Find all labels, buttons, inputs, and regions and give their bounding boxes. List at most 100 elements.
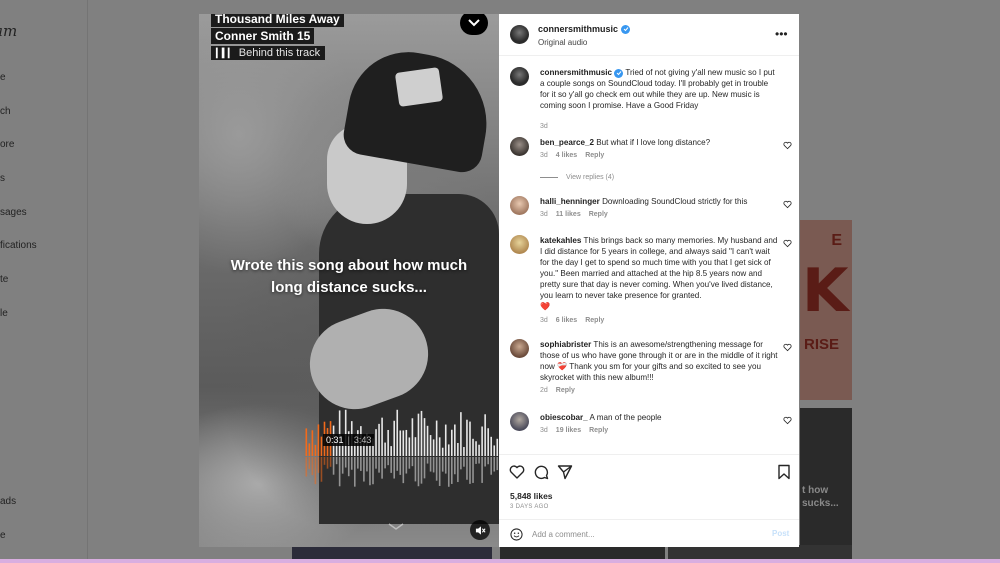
timestamp[interactable]: 3d — [540, 152, 548, 159]
timestamp[interactable]: 3d — [540, 317, 548, 324]
heart-icon[interactable] — [509, 464, 525, 480]
caption-username[interactable]: connersmithmusic — [540, 68, 612, 77]
nav-item-explore[interactable]: ore — [0, 139, 14, 150]
chevron-down-icon[interactable] — [387, 522, 405, 532]
waveform-bar — [420, 410, 423, 456]
comment-text: sophiabrister This is an awesome/strengt… — [540, 339, 778, 383]
nav-item-threads[interactable]: ads — [0, 496, 16, 507]
avatar[interactable] — [510, 412, 529, 431]
heart-icon[interactable] — [783, 343, 792, 352]
video-subject — [394, 67, 444, 107]
comment-username[interactable]: ben_pearce_2 — [540, 138, 594, 147]
comments-list[interactable]: connersmithmusic Tried of not giving y'a… — [499, 57, 799, 454]
username-text[interactable]: connersmithmusic — [538, 24, 618, 34]
reply-button[interactable]: Reply — [589, 211, 608, 218]
comment-username[interactable]: sophiabrister — [540, 340, 591, 349]
waveform-bar — [444, 424, 447, 456]
comment-username[interactable]: halli_henninger — [540, 197, 600, 206]
original-audio-link[interactable]: Original audio — [538, 38, 587, 47]
behind-this-track-button[interactable]: ▎▍▎ Behind this track — [211, 46, 326, 60]
waveform-bar-reflection — [363, 457, 365, 482]
post-actions: 5,848 likes 3 DAYS AGO Post — [499, 454, 799, 547]
heart-icon[interactable] — [783, 239, 792, 248]
waveform-bar — [381, 417, 383, 456]
waveform-bar — [460, 412, 462, 456]
nav-item-messages[interactable]: sages — [0, 207, 27, 218]
nav-item-profile[interactable]: le — [0, 308, 8, 319]
waveform-bar-reflection — [444, 457, 447, 474]
like-count[interactable]: 6 likes — [556, 317, 577, 324]
like-count[interactable]: 4 likes — [556, 152, 577, 159]
view-replies-label[interactable]: View replies (4) — [566, 174, 614, 181]
heart-icon[interactable] — [783, 416, 792, 425]
waveform-bar-reflection — [369, 457, 371, 486]
waveform-bar-reflection — [460, 457, 462, 470]
tile-text: E — [831, 232, 842, 249]
nav-item-create[interactable]: te — [0, 274, 8, 285]
reply-button[interactable]: Reply — [585, 152, 604, 159]
avatar[interactable] — [510, 235, 529, 254]
waveform-bar — [314, 444, 317, 456]
tile-text: K — [802, 256, 849, 326]
waveform-bar-reflection — [329, 457, 332, 467]
track-artist: Conner Smith 15 — [211, 28, 315, 44]
timestamp[interactable]: 3d — [540, 427, 548, 434]
waveform-bar — [402, 430, 405, 456]
waveform-bar-reflection — [414, 457, 417, 482]
waveform-bar-reflection — [393, 457, 396, 479]
waveform-bar-reflection — [417, 457, 420, 487]
timestamp[interactable]: 3d — [540, 123, 548, 130]
emoji-icon[interactable] — [510, 528, 523, 541]
likes-count[interactable]: 5,848 likes — [510, 491, 553, 501]
like-count[interactable]: 19 likes — [556, 427, 581, 434]
avatar[interactable] — [510, 25, 529, 44]
nav-item-reels[interactable]: s — [0, 173, 5, 184]
like-count[interactable]: 11 likes — [556, 211, 581, 218]
reply-button[interactable]: Reply — [589, 427, 608, 434]
nav-item-more[interactable]: e — [0, 530, 6, 541]
background-post-tile[interactable]: E K RISE — [800, 220, 852, 400]
playback-time: 0:31 | 3:43 — [323, 434, 375, 446]
timestamp[interactable]: 3d — [540, 211, 548, 218]
heart-icon[interactable] — [783, 200, 792, 209]
waveform-bar — [472, 438, 474, 456]
comment-icon[interactable] — [533, 464, 549, 480]
waveform-bar — [487, 428, 489, 456]
reply-button[interactable]: Reply — [556, 387, 575, 394]
reel-video[interactable]: Thousand Miles Away Conner Smith 15 ▎▍▎ … — [199, 14, 499, 547]
comment-username[interactable]: obiescobar_ — [540, 413, 588, 422]
nav-item-notifications[interactable]: fications — [0, 240, 37, 251]
post-button[interactable]: Post — [772, 529, 789, 538]
waveform-bar — [375, 429, 377, 456]
more-options-icon[interactable]: ••• — [775, 27, 788, 41]
share-icon[interactable] — [557, 464, 573, 480]
post-username[interactable]: connersmithmusic — [538, 24, 631, 34]
nav-item-search[interactable]: ch — [0, 106, 11, 117]
verified-badge-icon — [614, 68, 624, 78]
waveform-bar-reflection — [354, 457, 356, 487]
waveform-bar — [438, 437, 441, 456]
nav-item-home[interactable]: e — [0, 72, 6, 83]
heart-icon[interactable] — [783, 141, 792, 150]
waveform-bar-reflection — [350, 457, 353, 470]
comment-username[interactable]: katekahles — [540, 236, 581, 245]
waveform-bar — [451, 429, 453, 456]
instagram-logo[interactable]: am — [0, 22, 17, 40]
avatar[interactable] — [510, 67, 529, 86]
waveform-bar — [469, 421, 471, 456]
waveform-bar-reflection — [438, 457, 441, 486]
background-post-tile[interactable]: t how sucks... — [800, 408, 852, 563]
audio-waveform[interactable] — [305, 402, 499, 490]
waveform-bar-reflection — [463, 457, 465, 467]
add-comment-input[interactable] — [532, 526, 762, 542]
view-replies-button[interactable]: View replies (4) — [540, 174, 614, 181]
mute-button[interactable] — [470, 520, 490, 540]
avatar[interactable] — [510, 196, 529, 215]
timestamp[interactable]: 2d — [540, 387, 548, 394]
avatar[interactable] — [510, 339, 529, 358]
reply-button[interactable]: Reply — [585, 317, 604, 324]
caption-text: connersmithmusic Tried of not giving y'a… — [540, 67, 778, 111]
avatar[interactable] — [510, 137, 529, 156]
collapse-button[interactable] — [460, 14, 488, 35]
bookmark-icon[interactable] — [776, 464, 792, 480]
